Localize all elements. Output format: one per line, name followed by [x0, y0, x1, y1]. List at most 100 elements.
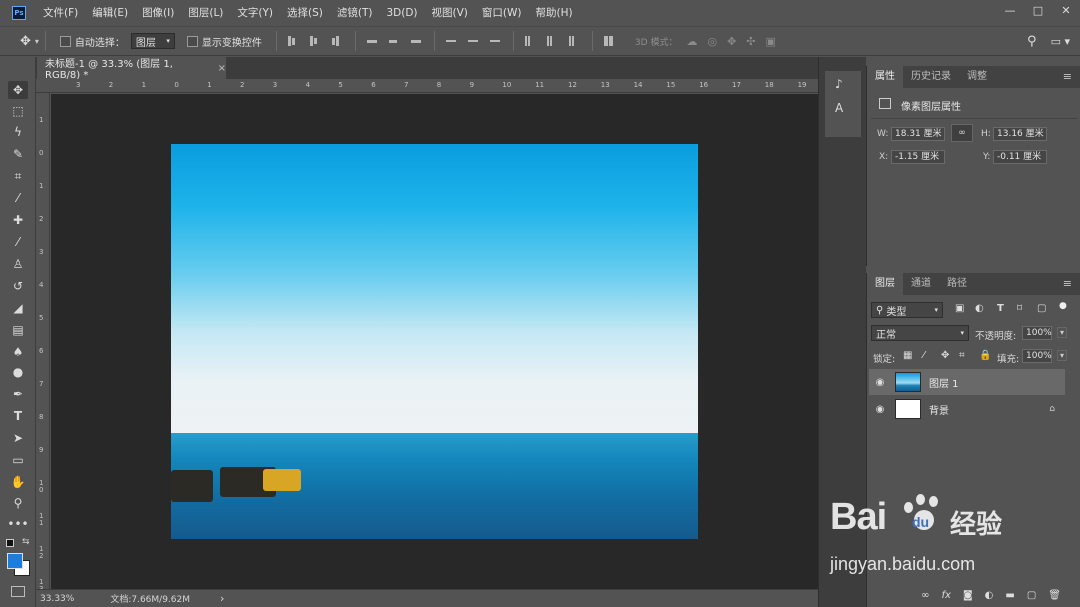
gradient-tool-icon[interactable]: ▤ [8, 321, 28, 339]
close-tab-icon[interactable]: × [218, 63, 226, 74]
chevron-down-icon[interactable]: ▾ [35, 37, 39, 46]
hand-tool-icon[interactable]: ✋ [8, 473, 28, 491]
show-transform-checkbox[interactable] [186, 35, 198, 47]
swap-colors-icon[interactable]: ⇆ [22, 537, 30, 547]
visibility-eye-icon[interactable]: ◉ [869, 377, 891, 388]
align-vcenter-icon[interactable] [309, 35, 322, 47]
distribute-top-icon[interactable] [445, 35, 458, 47]
tab-channels[interactable]: 通道 [903, 273, 939, 295]
more-tools-icon[interactable]: ••• [7, 515, 28, 533]
distribute-hcenter-icon[interactable] [546, 35, 559, 47]
document-tab[interactable]: 未标题-1 @ 33.3% (图层 1, RGB/8) * × [37, 57, 227, 81]
layer-image[interactable] [171, 144, 698, 539]
menu-select[interactable]: 选择(S) [280, 0, 330, 26]
lock-transparent-icon[interactable]: ▦ [903, 350, 912, 361]
type-tool-icon[interactable]: T [8, 407, 28, 425]
distribute-bottom-icon[interactable] [489, 35, 502, 47]
menu-file[interactable]: 文件(F) [36, 0, 85, 26]
y-field[interactable]: -0.11 厘米 [993, 150, 1047, 164]
scale-3d-icon[interactable]: ▣ [766, 35, 776, 48]
orbit-3d-icon[interactable]: ☁ [686, 35, 697, 48]
align-hcenter-icon[interactable] [388, 35, 401, 47]
filter-shape-icon[interactable]: ⌑ [1017, 303, 1022, 314]
lasso-tool-icon[interactable]: ϟ [8, 123, 28, 141]
slide-3d-icon[interactable]: ✣ [746, 35, 755, 48]
zoom-tool-icon[interactable]: ⚲ [8, 494, 28, 512]
pen-tool-icon[interactable]: ✒ [8, 385, 28, 403]
opacity-field[interactable]: 100% [1022, 326, 1052, 340]
height-field[interactable]: 13.16 厘米 [993, 127, 1047, 141]
tab-layers[interactable]: 图层 [867, 273, 903, 295]
filter-adjustment-icon[interactable]: ◐ [975, 303, 984, 314]
paragraph-panel-icon[interactable]: A [835, 101, 843, 115]
menu-view[interactable]: 视图(V) [425, 0, 475, 26]
blur-tool-icon[interactable]: ♠ [8, 343, 28, 361]
filter-pixel-icon[interactable]: ▣ [955, 303, 964, 314]
lock-image-icon[interactable]: ⁄ [923, 350, 925, 361]
distribute-right-icon[interactable] [568, 35, 581, 47]
distribute-vcenter-icon[interactable] [467, 35, 480, 47]
restore-button[interactable]: □ [1024, 0, 1052, 20]
status-menu-arrow[interactable]: › [220, 592, 224, 605]
auto-select-checkbox[interactable] [59, 35, 71, 47]
roll-3d-icon[interactable]: ◎ [707, 35, 717, 48]
fill-field[interactable]: 100% [1022, 349, 1052, 363]
move-tool-icon[interactable]: ✥ [20, 34, 31, 49]
menu-3d[interactable]: 3D(D) [379, 0, 424, 26]
layers-menu-icon[interactable]: ≡ [1055, 273, 1080, 295]
foreground-color-swatch[interactable] [7, 553, 23, 569]
rectangle-tool-icon[interactable]: ▭ [8, 451, 28, 469]
filter-toggle-icon[interactable]: ● [1059, 301, 1067, 311]
tab-adjustments[interactable]: 调整 [959, 66, 995, 88]
layer-row-layer1[interactable]: ◉ 图层 1 [869, 369, 1065, 395]
auto-select-dropdown[interactable]: 图层 ▾ [130, 33, 175, 49]
crop-tool-icon[interactable]: ⌗ [8, 167, 28, 185]
panel-menu-icon[interactable]: ≡ [1055, 66, 1080, 88]
align-bottom-icon[interactable] [331, 35, 344, 47]
trash-icon[interactable]: 🗑 [1048, 590, 1061, 601]
menu-type[interactable]: 文字(Y) [230, 0, 280, 26]
workspace-icon[interactable]: ▭ ▾ [1051, 35, 1070, 48]
align-top-icon[interactable] [287, 35, 300, 47]
eyedropper-tool-icon[interactable]: ⁄ [8, 189, 28, 207]
tab-properties[interactable]: 属性 [867, 66, 903, 88]
menu-image[interactable]: 图像(I) [135, 0, 181, 26]
align-right-icon[interactable] [410, 35, 423, 47]
quick-mask-icon[interactable] [11, 586, 25, 597]
layer-filter-dropdown[interactable]: ⚲ 类型 ▾ [871, 302, 943, 318]
search-icon[interactable]: ⚲ [1027, 34, 1037, 49]
dodge-tool-icon[interactable]: ● [8, 363, 28, 381]
move-tool-icon[interactable]: ✥ [8, 81, 28, 99]
lock-all-icon[interactable]: 🔒 [979, 350, 991, 361]
menu-help[interactable]: 帮助(H) [529, 0, 580, 26]
pan-3d-icon[interactable]: ✥ [727, 35, 736, 48]
blend-mode-dropdown[interactable]: 正常 ▾ [871, 325, 969, 341]
x-field[interactable]: -1.15 厘米 [891, 150, 945, 164]
eraser-tool-icon[interactable]: ◢ [8, 299, 28, 317]
tab-paths[interactable]: 路径 [939, 273, 975, 295]
filter-smart-icon[interactable]: ▢ [1037, 303, 1046, 314]
healing-brush-tool-icon[interactable]: ✚ [8, 211, 28, 229]
width-field[interactable]: 18.31 厘米 [891, 127, 945, 141]
menu-layer[interactable]: 图层(L) [181, 0, 230, 26]
layer-row-background[interactable]: ◉ 背景 ⌂ [869, 396, 1065, 422]
brush-tool-icon[interactable]: ⁄ [8, 233, 28, 251]
distribute-left-icon[interactable] [524, 35, 537, 47]
menu-window[interactable]: 窗口(W) [475, 0, 529, 26]
fill-dropdown-icon[interactable]: ▾ [1057, 350, 1068, 361]
menu-filter[interactable]: 滤镜(T) [330, 0, 380, 26]
link-icon[interactable]: ∞ [951, 124, 973, 142]
default-colors-icon[interactable] [6, 539, 14, 547]
menu-edit[interactable]: 编辑(E) [85, 0, 135, 26]
zoom-level[interactable]: 33.33% [40, 594, 74, 604]
lock-position-icon[interactable]: ✥ [941, 350, 949, 361]
minimize-button[interactable]: — [996, 0, 1024, 20]
quick-select-tool-icon[interactable]: ✎ [8, 145, 28, 163]
stamp-tool-icon[interactable]: ♙ [8, 255, 28, 273]
history-brush-tool-icon[interactable]: ↺ [8, 277, 28, 295]
opacity-dropdown-icon[interactable]: ▾ [1057, 327, 1068, 338]
filter-type-icon[interactable]: T [997, 303, 1004, 314]
align-left-icon[interactable] [366, 35, 379, 47]
visibility-eye-icon[interactable]: ◉ [869, 404, 891, 415]
marquee-tool-icon[interactable]: ⬚ [8, 102, 28, 120]
